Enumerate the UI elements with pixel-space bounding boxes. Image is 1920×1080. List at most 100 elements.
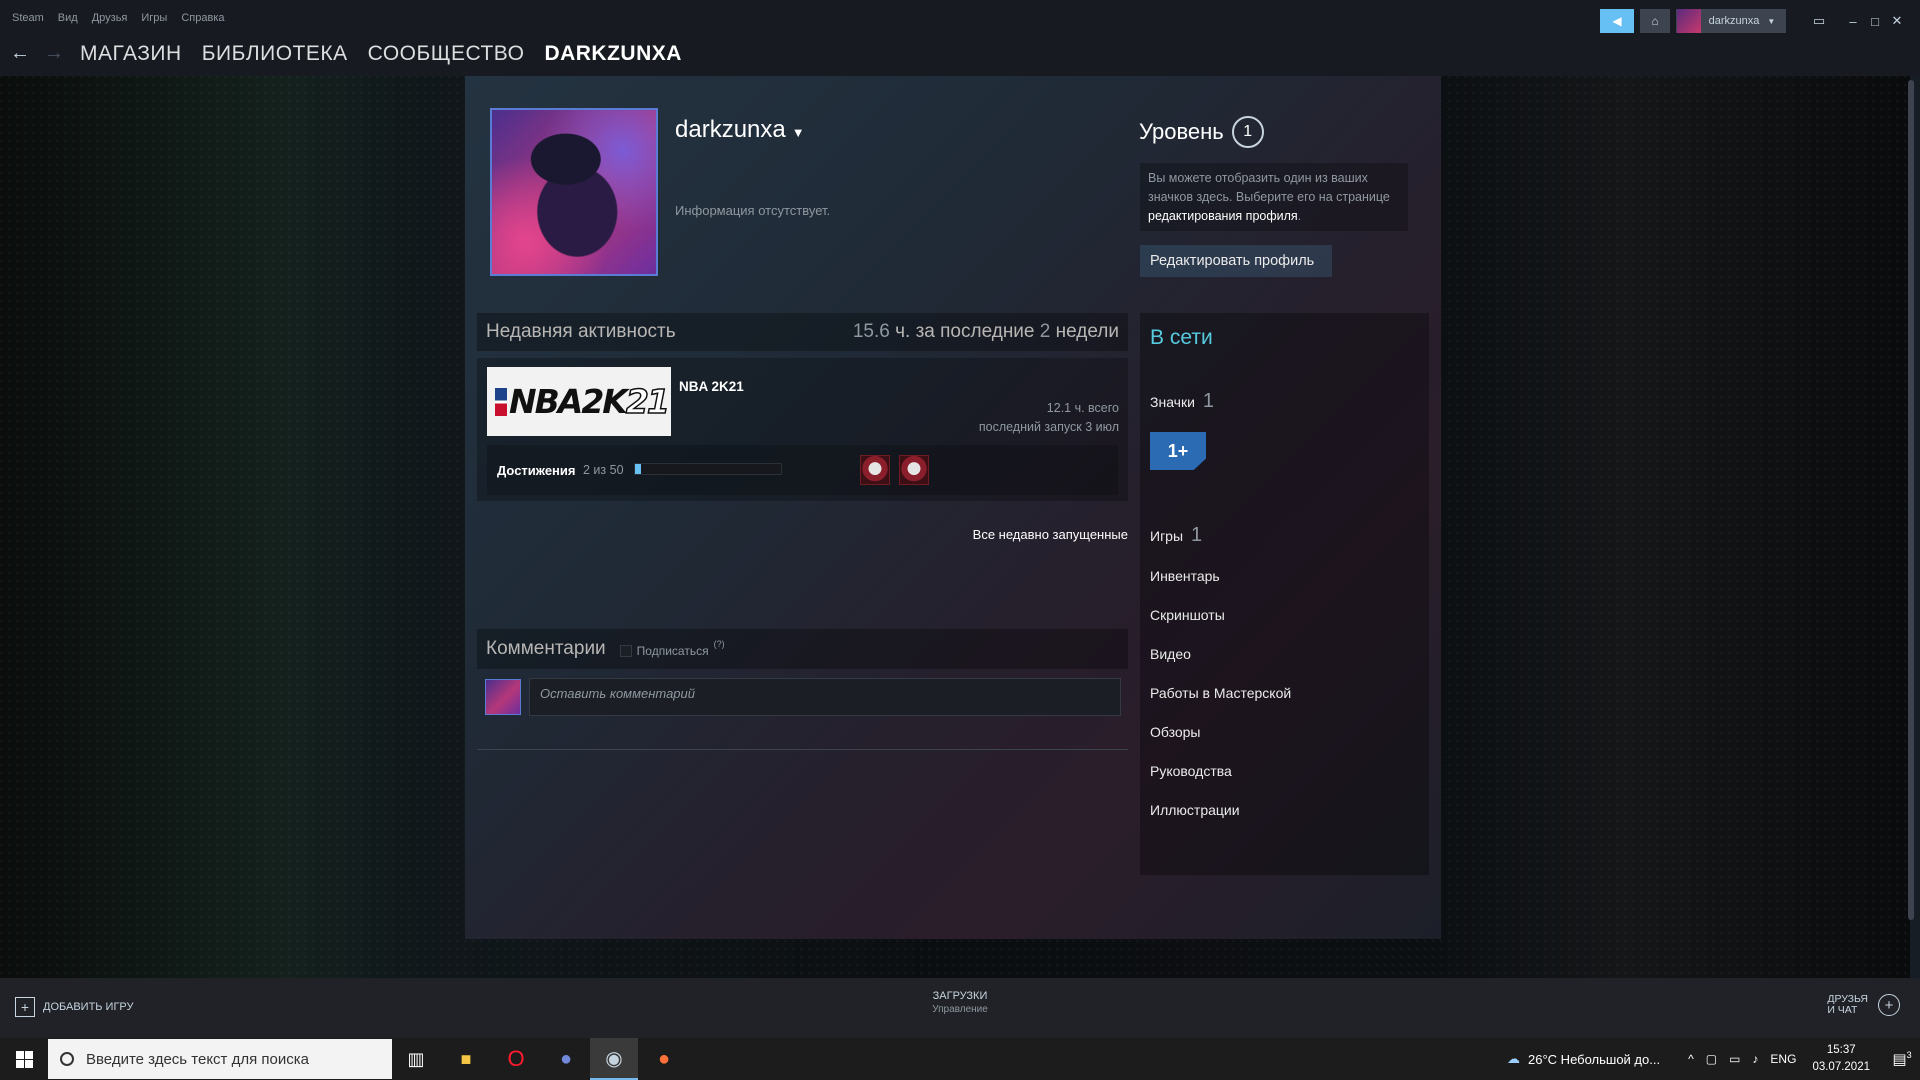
subscribe-checkbox[interactable] xyxy=(619,645,632,657)
badge-hint-end: . xyxy=(1297,209,1302,223)
windows-icon xyxy=(15,1050,33,1068)
taskbar-search[interactable]: Введите здесь текст для поиска xyxy=(48,1039,392,1079)
recent-activity-title: Недавняя активность xyxy=(486,321,676,342)
maximize-button[interactable]: □ xyxy=(1864,9,1886,33)
scrollbar[interactable] xyxy=(1908,80,1914,920)
badges-label: Значки xyxy=(1150,394,1195,410)
account-menu[interactable]: darkzunxa ▼ xyxy=(1676,9,1786,33)
game-total-hours: 12.1 ч. всего xyxy=(1046,401,1119,415)
sidebar-games[interactable]: Игры 1 xyxy=(1150,524,1202,547)
achievement-icon[interactable] xyxy=(860,455,890,485)
announcements-button[interactable]: ◀ xyxy=(1600,9,1634,33)
sidebar-screenshots[interactable]: Скриншоты xyxy=(1150,607,1225,623)
cloud-icon: ☁ xyxy=(1507,1051,1521,1066)
username-text: darkzunxa xyxy=(675,116,786,143)
downloads-button[interactable]: ЗАГРУЗКИ Управление xyxy=(0,989,1920,1017)
edit-profile-button[interactable]: Редактировать профиль xyxy=(1140,245,1332,277)
tab-community[interactable]: СООБЩЕСТВО xyxy=(368,42,525,66)
comments-title: Комментарии xyxy=(486,638,606,659)
bottom-bar: + ДОБАВИТЬ ИГРУ ЗАГРУЗКИ Управление ДРУЗ… xyxy=(0,978,1920,1038)
firefox-icon: ● xyxy=(657,1047,671,1070)
close-button[interactable]: ✕ xyxy=(1886,9,1908,33)
menu-help[interactable]: Справка xyxy=(181,12,224,24)
sidebar-videos[interactable]: Видео xyxy=(1150,646,1191,662)
big-picture-button[interactable]: ▭ xyxy=(1802,9,1836,33)
friends-line2: И ЧАТ xyxy=(1827,1004,1858,1016)
downloads-label: ЗАГРУЗКИ xyxy=(932,990,988,1002)
game-capsule[interactable]: NBA2K21 xyxy=(487,367,671,436)
menu-items: Steam Вид Друзья Игры Справка xyxy=(12,12,225,24)
steam-button[interactable]: ◉ xyxy=(590,1038,638,1080)
recent-hours: 15.6 ч. за последние 2 недели xyxy=(853,321,1119,343)
nba-logo-icon xyxy=(495,387,507,416)
notification-center[interactable]: ▤3 xyxy=(1884,1050,1920,1068)
sidebar-badges[interactable]: Значки 1 xyxy=(1150,390,1214,413)
volume-icon[interactable]: ♪ xyxy=(1752,1052,1758,1066)
sidebar-reviews[interactable]: Обзоры xyxy=(1150,724,1201,740)
all-recent-link[interactable]: Все недавно запущенные xyxy=(973,527,1128,542)
explorer-button[interactable]: ■ xyxy=(442,1038,490,1080)
achievements-count: 2 из 50 xyxy=(583,463,624,477)
level-badge: 1 xyxy=(1231,116,1264,148)
tab-profile[interactable]: DARKZUNXA xyxy=(544,42,682,66)
game-last-played: последний запуск 3 июл xyxy=(978,420,1119,434)
level-badge-icon[interactable]: 1+ xyxy=(1150,432,1206,470)
task-view-button[interactable]: ▥ xyxy=(392,1038,440,1080)
profile-avatar[interactable] xyxy=(490,108,658,276)
language-indicator[interactable]: ENG xyxy=(1770,1052,1796,1066)
opera-button[interactable]: O xyxy=(492,1038,540,1080)
meet-icon[interactable]: ▢ xyxy=(1706,1052,1717,1066)
achievements-label[interactable]: Достижения xyxy=(497,463,575,478)
clock[interactable]: 15:37 03.07.2021 xyxy=(1812,1042,1870,1076)
sidebar-guides[interactable]: Руководства xyxy=(1150,763,1232,779)
windows-taskbar: Введите здесь текст для поиска ▥ ■ O ● ◉… xyxy=(0,1038,1920,1080)
sidebar-workshop[interactable]: Работы в Мастерской xyxy=(1150,685,1291,701)
subscribe-toggle[interactable]: Подписаться (?) xyxy=(619,639,725,658)
search-placeholder: Введите здесь текст для поиска xyxy=(86,1050,309,1068)
steam-icon: ◉ xyxy=(605,1047,623,1070)
forward-arrow-icon[interactable]: → xyxy=(44,42,64,65)
weather-widget[interactable]: ☁ 26°C Небольшой до... xyxy=(1507,1051,1660,1067)
menu-friends[interactable]: Друзья xyxy=(92,12,128,24)
task-view-icon: ▥ xyxy=(407,1048,425,1069)
back-arrow-icon[interactable]: ← xyxy=(10,42,30,65)
chevron-up-icon[interactable]: ^ xyxy=(1688,1052,1694,1066)
recent-activity-header: Недавняя активность 15.6 ч. за последние… xyxy=(477,313,1128,351)
close-icon: ✕ xyxy=(1891,13,1903,28)
start-button[interactable] xyxy=(0,1038,48,1080)
account-name: darkzunxa xyxy=(1708,15,1760,27)
comment-avatar xyxy=(485,679,521,715)
subscribe-label: Подписаться xyxy=(636,644,709,658)
bell-icon: ⌂ xyxy=(1651,14,1659,28)
comment-input[interactable]: Оставить комментарий xyxy=(529,678,1121,716)
weather-text: 26°C Небольшой до... xyxy=(1528,1051,1661,1067)
menu-view[interactable]: Вид xyxy=(58,12,78,24)
online-status: В сети xyxy=(1150,326,1213,349)
tab-library[interactable]: БИБЛИОТЕКА xyxy=(202,42,348,66)
sidebar-artwork[interactable]: Иллюстрации xyxy=(1150,802,1240,818)
menu-games[interactable]: Игры xyxy=(141,12,167,24)
steam-window: Steam Вид Друзья Игры Справка ◀ ⌂ darkzu… xyxy=(0,0,1920,1038)
discord-button[interactable]: ● xyxy=(542,1038,590,1080)
profile-summary: Информация отсутствует. xyxy=(675,203,831,218)
tab-store[interactable]: МАГАЗИН xyxy=(80,42,182,66)
edit-profile-link[interactable]: редактирования профиля xyxy=(1148,209,1298,223)
badges-count: 1 xyxy=(1202,390,1215,412)
game-hours: 12.1 ч. всего последний запуск 3 июл xyxy=(979,399,1119,437)
hours-value: 15.6 xyxy=(852,321,890,342)
megaphone-icon: ◀ xyxy=(1612,14,1622,28)
game-name[interactable]: NBA 2K21 xyxy=(679,379,744,394)
profile-username[interactable]: darkzunxa ▼ xyxy=(675,116,805,144)
network-icon[interactable]: ▭ xyxy=(1729,1052,1740,1066)
notifications-button[interactable]: ⌂ xyxy=(1640,9,1670,33)
sidebar-inventory[interactable]: Инвентарь xyxy=(1150,568,1220,584)
minimize-button[interactable]: – xyxy=(1842,9,1864,33)
achievements-bar xyxy=(487,445,1118,495)
friends-chat-button[interactable]: ДРУЗЬЯ И ЧАТ + xyxy=(1827,994,1900,1016)
menu-steam[interactable]: Steam xyxy=(12,12,44,24)
achievement-icon[interactable] xyxy=(899,455,929,485)
help-link[interactable]: (?) xyxy=(714,639,725,649)
game-logo-text: NBA2K21 xyxy=(509,381,671,422)
firefox-button[interactable]: ● xyxy=(640,1038,688,1080)
caret-down-icon: ▼ xyxy=(791,125,805,140)
